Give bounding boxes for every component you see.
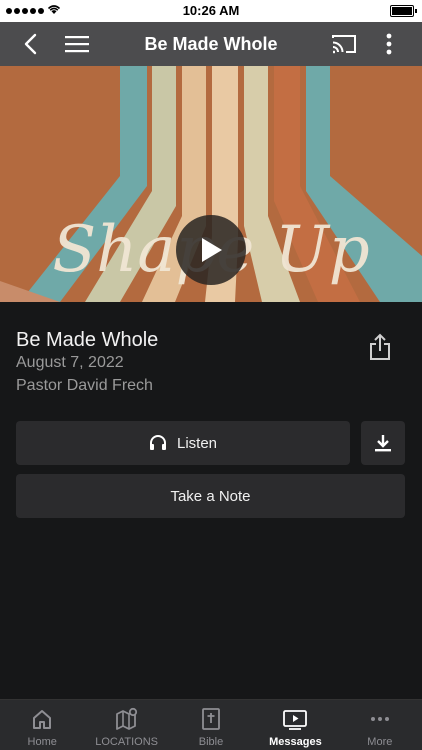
take-note-button[interactable]: Take a Note — [16, 474, 405, 518]
listen-label: Listen — [176, 434, 218, 452]
play-icon — [202, 238, 222, 262]
home-icon — [33, 710, 52, 729]
cast-button[interactable] — [331, 31, 357, 57]
map-pin-icon — [115, 707, 137, 730]
tab-bible[interactable]: Bible — [169, 700, 253, 750]
message-date: August 7, 2022 — [16, 354, 124, 371]
message-title: Be Made Whole — [16, 329, 159, 351]
battery-icon — [390, 5, 417, 17]
download-button[interactable] — [361, 421, 405, 465]
tab-home[interactable]: Home — [0, 700, 84, 750]
app-bar: Be Made Whole — [0, 22, 422, 66]
tab-locations-label: LOCATIONS — [95, 736, 158, 748]
tab-bible-label: Bible — [198, 736, 224, 748]
tab-more-label: More — [367, 736, 393, 748]
headphones-icon — [149, 435, 166, 450]
tab-more[interactable]: More — [338, 700, 422, 750]
play-screen-icon — [283, 710, 308, 730]
status-time: 10:26 AM — [182, 3, 240, 18]
tab-messages-label: Messages — [269, 736, 322, 748]
take-note-label: Take a Note — [170, 487, 251, 505]
vertical-dots-icon — [386, 33, 392, 55]
tab-locations[interactable]: LOCATIONS — [84, 700, 168, 750]
listen-button[interactable]: Listen — [16, 421, 350, 465]
bottom-tab-bar: Home LOCATIONS Bible Messages More — [0, 699, 422, 750]
play-video-button[interactable] — [176, 215, 246, 285]
status-bar: 10:26 AM — [0, 0, 422, 22]
overflow-menu-button[interactable] — [376, 31, 402, 57]
share-button[interactable] — [368, 333, 392, 361]
tab-home-label: Home — [27, 736, 57, 748]
bible-icon — [202, 708, 220, 730]
cast-icon — [332, 35, 356, 54]
more-dots-icon — [370, 717, 389, 721]
message-speaker: Pastor David Frech — [16, 377, 153, 394]
tab-messages[interactable]: Messages — [253, 700, 337, 750]
sermon-artwork[interactable]: Shape Up — [0, 66, 422, 302]
page-title: Be Made Whole — [144, 34, 278, 54]
download-icon — [375, 435, 391, 452]
